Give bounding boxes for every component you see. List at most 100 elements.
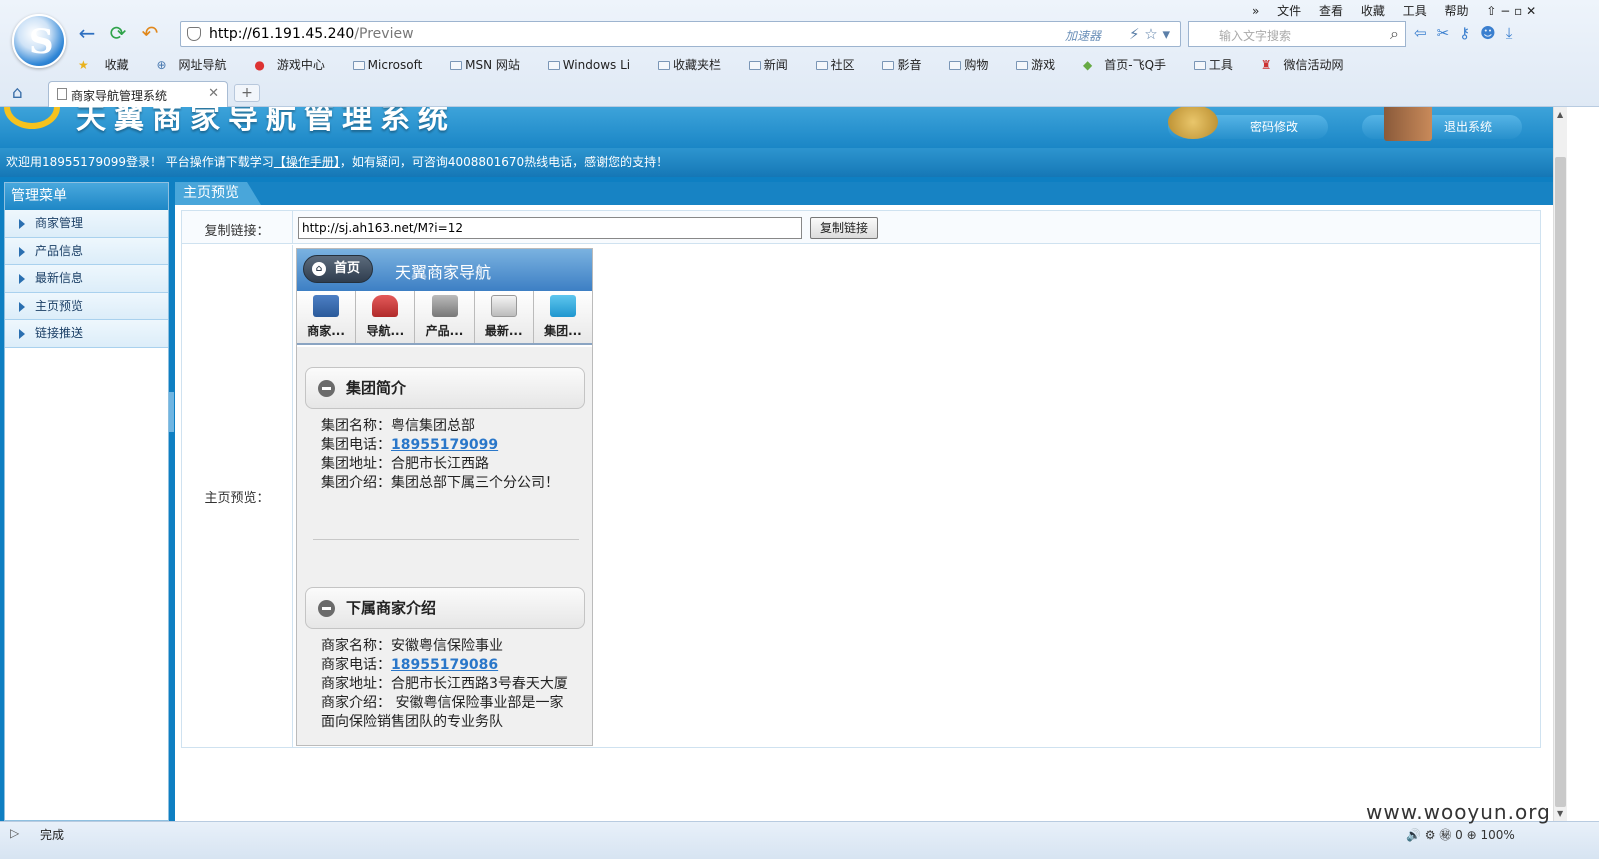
mobile-title: 天翼商家导航 — [395, 263, 492, 282]
app-frame: 天翼商家导航管理系统 密码修改 退出系统 欢迎用18955179099登录！ 平… — [0, 107, 1553, 821]
page-scrollbar[interactable]: ▲ ▼ — [1553, 107, 1567, 821]
group-info: 集团名称：粤信集团总部 集团电话：18955179099 集团地址：合肥市长江西… — [321, 417, 571, 493]
logout-button[interactable]: 退出系统 — [1362, 107, 1522, 141]
tab-homepage-preview[interactable]: 主页预览 — [175, 182, 261, 205]
star-icon[interactable]: ⚡ ☆ ▾ — [1129, 25, 1170, 43]
merchant-name: 商家名称：安徽粤信保险事业 — [321, 638, 503, 654]
sidebar-splitter[interactable] — [169, 392, 174, 432]
collapse-icon — [318, 600, 335, 617]
mobile-content: 集团简介 集团名称：粤信集团总部 集团电话：18955179099 集团地址：合… — [297, 347, 592, 745]
address-bar[interactable]: http://61.191.45.240/Preview 加速器 ⚡ ☆ ▾ — [180, 21, 1181, 47]
scroll-up-icon[interactable]: ▲ — [1557, 110, 1563, 119]
mobile-nav-merchants[interactable]: 商家... — [297, 291, 357, 343]
search-icon[interactable]: ⌕ — [1390, 24, 1399, 44]
building-icon — [313, 295, 340, 317]
bookmarks-bar: ★ 收藏 ⊕ 网址导航 ● 游戏中心 Microsoft MSN 网站 Window… — [78, 56, 1367, 73]
folder-icon — [748, 61, 761, 70]
status-right[interactable]: 🔊 ⚙ ㊙ 0 ⊕ 100% — [1406, 826, 1515, 843]
copy-link-label: 复制链接： — [204, 224, 270, 239]
bookmark-games[interactable]: ● 游戏中心 — [254, 58, 337, 72]
menu-bar: » 文件 查看 收藏 工具 帮助 ⇧ − ▫ ✕ — [1252, 2, 1550, 19]
sidebar-item-merchants[interactable]: 商家管理 — [5, 210, 168, 238]
folder-icon — [450, 61, 463, 70]
mobile-nav-navigation[interactable]: 导航... — [356, 291, 416, 343]
bookmark-games2[interactable]: 游戏 — [1016, 58, 1067, 72]
window-controls[interactable]: ⇧ − ▫ ✕ — [1486, 4, 1536, 18]
sidebar-toggle-icon[interactable]: ▷ — [10, 826, 19, 840]
merchant-info: 商家名称：安徽粤信保险事业 商家电话：18955179086 商家地址：合肥市长… — [321, 637, 571, 732]
folder-icon — [352, 61, 365, 70]
bookmark-news[interactable]: 新闻 — [748, 58, 800, 72]
menu-more-icon[interactable]: » — [1252, 4, 1259, 18]
safe-icon — [1168, 107, 1218, 139]
tab-strip: ⌂ 商家导航管理系统 ✕ + — [0, 80, 1599, 107]
url-text[interactable]: http://61.191.45.240/Preview — [209, 26, 414, 42]
mobile-nav-products[interactable]: 产品... — [415, 291, 475, 343]
bookmark-community[interactable]: 社区 — [815, 58, 867, 72]
close-tab-icon[interactable]: ✕ — [208, 86, 219, 101]
status-bar: ▷ 完成 🔊 ⚙ ㊙ 0 ⊕ 100% — [0, 821, 1599, 859]
group-address: 集团地址：合肥市长江西路 — [321, 456, 489, 472]
home-icon[interactable]: ⌂ — [12, 83, 23, 103]
sidebar-title: 管理菜单 — [5, 183, 168, 210]
mobile-nav-group[interactable]: 集团... — [534, 291, 592, 343]
bookmark-microsoft[interactable]: Microsoft — [352, 58, 435, 72]
sidebar-item-push-link[interactable]: 链接推送 — [5, 320, 168, 348]
bookmark-shopping[interactable]: 购物 — [949, 58, 1000, 72]
caret-right-icon — [19, 219, 25, 229]
change-password-button[interactable]: 密码修改 — [1168, 107, 1328, 139]
refresh-icon[interactable]: ⟳ — [107, 22, 129, 44]
menu-view[interactable]: 查看 — [1319, 4, 1343, 18]
caret-right-icon — [19, 274, 25, 284]
mobile-nav-news[interactable]: 最新... — [475, 291, 534, 343]
folder-icon — [882, 61, 895, 70]
mobile-home-button[interactable]: ⌂ 首页 — [303, 255, 373, 283]
search-input[interactable]: 输入文字搜索 ⌕ — [1188, 21, 1406, 47]
folder-icon — [1193, 61, 1206, 70]
menu-help[interactable]: 帮助 — [1445, 4, 1469, 18]
sidebar-item-products[interactable]: 产品信息 — [5, 237, 168, 265]
group-name: 集团名称：粤信集团总部 — [321, 418, 475, 434]
divider — [313, 539, 579, 540]
merchant-phone-link[interactable]: 18955179086 — [391, 657, 498, 673]
tab-active[interactable]: 商家导航管理系统 ✕ — [48, 81, 228, 107]
menu-tools[interactable]: 工具 — [1403, 4, 1427, 18]
browser-logo-icon[interactable]: S — [12, 14, 66, 68]
bookmark-msn[interactable]: MSN 网站 — [450, 58, 532, 72]
group-intro-header[interactable]: 集团简介 — [305, 367, 585, 409]
bookmark-wechat[interactable]: ♜ 微信活动网 — [1261, 58, 1356, 72]
sidebar-item-news[interactable]: 最新信息 — [5, 265, 168, 293]
star-icon: ★ — [78, 58, 89, 72]
merchant-phone-line: 商家电话：18955179086 — [321, 657, 499, 673]
welcome-bar: 欢迎用18955179099登录！ 平台操作请下载学习【操作手册】，如有疑问，可… — [0, 148, 1553, 177]
merchant-address: 商家地址：合肥市长江西路3号春天大厦 — [321, 676, 568, 692]
bookmark-tools[interactable]: 工具 — [1193, 58, 1245, 72]
caret-right-icon — [19, 246, 25, 257]
folder-icon — [1016, 61, 1029, 70]
merchant-intro-header[interactable]: 下属商家介绍 — [305, 587, 585, 629]
link-input[interactable] — [298, 217, 802, 239]
bookmark-media[interactable]: 影音 — [882, 58, 933, 72]
back-icon[interactable]: ← — [76, 22, 98, 44]
undo-icon[interactable]: ↶ — [139, 22, 161, 44]
menu-favorites[interactable]: 收藏 — [1361, 4, 1385, 18]
group-phone-link[interactable]: 18955179099 — [391, 437, 498, 453]
scroll-down-icon[interactable]: ▼ — [1557, 809, 1563, 818]
bookmark-windows[interactable]: Windows Li — [547, 58, 642, 72]
scrollbar-thumb[interactable] — [1555, 157, 1566, 807]
browser-chrome: S ← ⟳ ↶ http://61.191.45.240/Preview 加速器… — [0, 0, 1599, 107]
folder-icon — [949, 61, 962, 70]
news-icon — [490, 295, 517, 317]
bookmark-feiq[interactable]: ◆ 首页-飞Q手 — [1083, 58, 1178, 72]
menu-file[interactable]: 文件 — [1277, 4, 1301, 18]
bookmark-favbar[interactable]: 收藏夹栏 — [657, 58, 733, 72]
toolbar-extension-icons[interactable]: ⇦✂⚷☻⤓ — [1414, 24, 1522, 42]
bookmark-nav[interactable]: ⊕ 网址导航 — [156, 58, 238, 72]
copy-link-row: 复制链接： 复制链接 — [182, 211, 1540, 244]
accelerator-label[interactable]: 加速器 — [1065, 27, 1101, 44]
sidebar-item-preview[interactable]: 主页预览 — [5, 292, 168, 320]
copy-link-button[interactable]: 复制链接 — [810, 217, 878, 239]
manual-link[interactable]: 【操作手册】 — [274, 155, 340, 169]
new-tab-button[interactable]: + — [234, 84, 260, 102]
bookmark-favorites[interactable]: ★ 收藏 — [78, 58, 141, 72]
